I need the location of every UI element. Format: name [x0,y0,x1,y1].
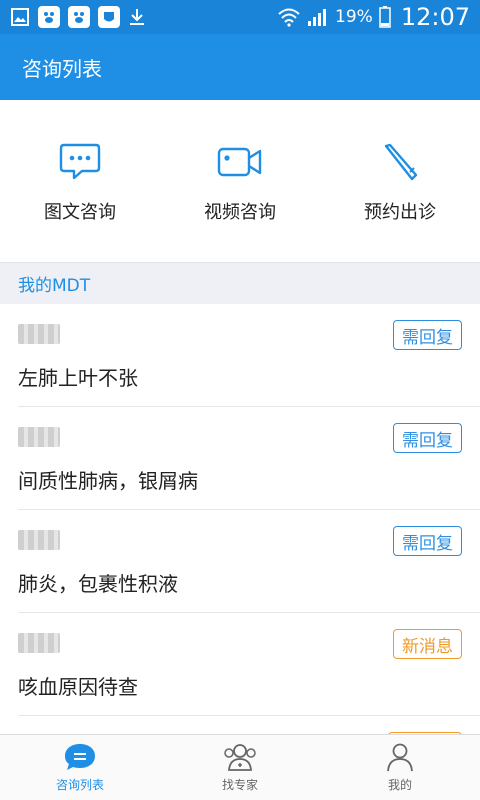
pen-icon [376,142,424,182]
video-consult-label: 视频咨询 [204,202,276,223]
experts-icon [224,744,256,771]
consultation-title: 肺炎，包裹性积液 [18,572,178,596]
blurred-patient-name [18,633,60,653]
consultation-title: 左肺上叶不张 [18,366,138,390]
text-consult-label: 图文咨询 [44,202,116,223]
app-notification-icon [98,6,120,28]
tab-mine[interactable]: 我的 [320,735,480,800]
download-icon [130,9,144,25]
blurred-patient-name [18,324,60,344]
list-item[interactable]: 需回复 肺炎，包裹性积液 [18,510,480,613]
profile-icon [387,743,413,772]
tab-label: 找专家 [221,778,258,792]
battery-percent: 19% [335,7,373,27]
consultation-title: 间质性肺病，银屑病 [18,469,198,493]
bottom-tab-bar: 咨询列表 找专家 我的 [0,734,480,800]
wifi-icon [278,8,300,27]
gallery-notification-icon [11,8,29,26]
video-consult-button[interactable]: 视频咨询 [160,100,320,262]
section-title: 我的MDT [18,276,91,296]
tab-find-expert[interactable]: 找专家 [160,735,320,800]
appointment-label: 预约出诊 [364,202,436,223]
status-bar: 19% 12:07 [0,0,480,34]
list-item[interactable]: 需回复 间质性肺病，银屑病 [18,407,480,510]
page-title: 咨询列表 [22,56,102,81]
consultation-list: 需回复 左肺上叶不张 需回复 间质性肺病，银屑病 需回复 肺炎，包裹性积液 新消… [0,304,480,734]
tab-consult-list[interactable]: 咨询列表 [0,735,160,800]
app-notification-icon [68,6,90,28]
status-badge: 需回复 [393,526,462,556]
section-header-mdt: 我的MDT [0,262,480,304]
status-badge: 需回复 [393,320,462,350]
appointment-button[interactable]: 预约出诊 [320,100,480,262]
tab-label: 咨询列表 [55,778,104,792]
app-header: 咨询列表 [0,34,480,100]
video-camera-icon [216,142,264,182]
blurred-patient-name [18,427,60,447]
clock: 12:07 [400,3,470,31]
consultation-title: 咳血原因待查 [18,675,138,699]
list-item[interactable]: 新消息 咳血原因待查 [18,613,480,716]
app-notification-icon [38,6,60,28]
chat-bubble-icon [56,142,104,182]
chat-tab-icon [65,744,95,770]
blurred-patient-name [18,530,60,550]
status-badge: 新消息 [393,629,462,659]
signal-icon [308,9,327,26]
quick-actions: 图文咨询 视频咨询 预约出诊 [0,100,480,262]
text-consult-button[interactable]: 图文咨询 [0,100,160,262]
tab-label: 我的 [387,778,412,792]
status-badge: 需回复 [393,423,462,453]
battery-icon [379,6,391,28]
list-item-partial[interactable] [18,716,480,734]
list-item[interactable]: 需回复 左肺上叶不张 [18,304,480,407]
